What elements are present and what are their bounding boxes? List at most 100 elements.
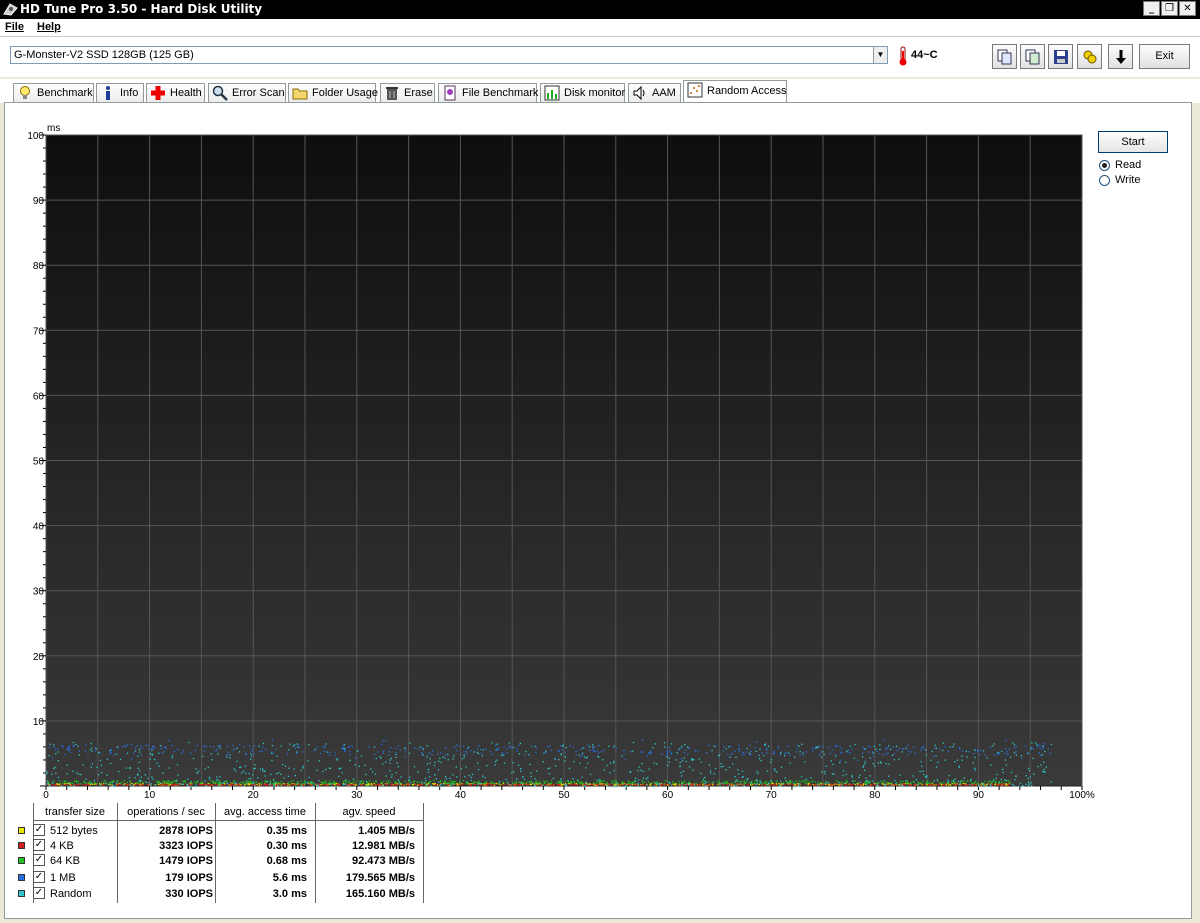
series-checkbox[interactable]: ✓ — [33, 839, 45, 851]
data-point — [100, 764, 103, 767]
data-point — [497, 749, 499, 751]
data-point — [839, 759, 842, 761]
data-point — [561, 784, 563, 786]
data-point — [494, 760, 497, 763]
data-point — [982, 784, 984, 786]
data-point — [890, 784, 892, 786]
data-point — [461, 758, 464, 760]
data-point — [189, 782, 191, 784]
data-point — [222, 782, 224, 784]
data-point — [795, 780, 797, 782]
data-point — [69, 749, 71, 751]
data-point — [592, 746, 594, 748]
data-point — [78, 750, 80, 752]
series-checkbox[interactable]: ✓ — [33, 824, 45, 836]
data-point — [395, 772, 397, 774]
series-checkbox[interactable]: ✓ — [33, 871, 45, 883]
data-point — [258, 782, 260, 785]
data-point — [245, 781, 248, 783]
data-point — [61, 745, 63, 747]
data-point — [834, 753, 836, 756]
speed-value: 92.473 MB/s — [352, 855, 415, 867]
data-point — [944, 746, 946, 748]
data-point — [857, 784, 859, 786]
data-point — [573, 783, 575, 786]
data-point — [240, 784, 242, 786]
data-point — [649, 753, 651, 755]
data-point — [868, 751, 870, 753]
data-point — [650, 784, 652, 786]
data-point — [585, 781, 587, 783]
data-point — [1020, 755, 1022, 757]
data-point — [239, 782, 241, 784]
data-point — [986, 784, 988, 786]
start-button[interactable]: Start — [1098, 131, 1168, 153]
data-point — [103, 784, 105, 786]
data-point — [439, 757, 441, 759]
data-point — [547, 767, 549, 770]
data-point — [414, 747, 416, 749]
data-point — [372, 771, 374, 773]
data-point — [692, 784, 694, 786]
series-checkbox[interactable]: ✓ — [33, 854, 45, 866]
data-point — [77, 782, 79, 785]
data-point — [297, 784, 299, 786]
data-point — [725, 769, 727, 771]
data-point — [75, 743, 77, 746]
data-point — [251, 784, 253, 786]
data-point — [720, 763, 722, 765]
data-point — [80, 774, 82, 776]
data-point — [100, 772, 103, 774]
data-point — [765, 780, 767, 783]
data-point — [702, 778, 705, 780]
data-point — [899, 774, 901, 776]
y-tick-label: 100 — [27, 131, 44, 142]
data-point — [613, 786, 616, 788]
data-point — [579, 748, 582, 750]
data-point — [325, 780, 327, 782]
data-point — [654, 743, 656, 745]
data-point — [588, 746, 591, 748]
data-point — [975, 780, 977, 782]
data-point — [456, 782, 458, 785]
data-point — [868, 784, 871, 786]
data-point — [198, 783, 200, 785]
data-point — [462, 783, 465, 785]
data-point — [800, 775, 803, 778]
data-point — [702, 780, 704, 783]
data-point — [106, 774, 108, 776]
data-point — [542, 761, 544, 763]
data-point — [878, 753, 880, 755]
series-checkbox[interactable]: ✓ — [33, 887, 45, 899]
data-point — [925, 754, 927, 756]
data-point — [802, 780, 804, 782]
data-point — [639, 784, 642, 786]
data-point — [224, 784, 226, 786]
data-point — [562, 744, 564, 746]
data-point — [958, 765, 960, 767]
data-point — [870, 784, 872, 786]
data-point — [795, 751, 797, 753]
data-point — [163, 746, 165, 748]
data-point — [226, 756, 228, 758]
data-point — [743, 782, 745, 784]
data-point — [728, 784, 730, 787]
data-point — [230, 784, 232, 786]
data-point — [348, 781, 350, 784]
data-point — [394, 784, 396, 786]
data-point — [1004, 779, 1006, 781]
data-point — [735, 784, 737, 786]
data-point — [565, 780, 567, 782]
data-point — [52, 782, 54, 784]
data-point — [395, 754, 397, 756]
data-point — [90, 766, 92, 768]
data-point — [705, 782, 707, 784]
operations-value: 2878 IOPS — [159, 825, 213, 837]
data-point — [442, 785, 444, 788]
data-point — [722, 784, 725, 786]
data-point — [518, 744, 520, 746]
data-point — [439, 785, 441, 787]
data-point — [754, 782, 756, 784]
data-point — [389, 781, 391, 783]
data-point — [823, 770, 826, 773]
